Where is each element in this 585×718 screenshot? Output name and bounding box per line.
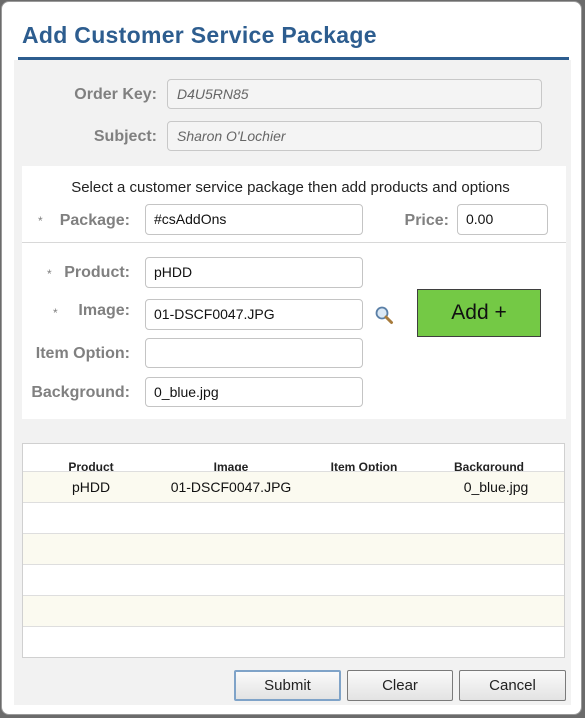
package-input[interactable]: #csAddOns [145,204,363,235]
product-input[interactable]: pHDD [145,257,363,288]
table-row[interactable]: pHDD 01-DSCF0047.JPG 0_blue.jpg [23,471,564,502]
package-label: Package: [59,212,130,229]
image-label: Image: [78,302,130,319]
add-product-button[interactable]: Add + [417,289,541,337]
submit-button[interactable]: Submit [234,670,341,701]
item-option-label: Item Option: [35,345,130,362]
table-row-empty [23,626,564,657]
cancel-button[interactable]: Cancel [459,670,566,701]
background-input[interactable]: 0_blue.jpg [145,377,363,407]
table-row-empty [23,564,564,595]
required-marker: * [47,267,52,281]
order-key-field: D4U5RN85 [167,79,542,109]
subject-field: Sharon O'Lochier [167,121,542,151]
cell-background: 0_blue.jpg [463,479,529,495]
required-marker: * [38,214,43,228]
table-row-empty [23,502,564,533]
package-instructions: Select a customer service package then a… [71,179,510,196]
product-label: Product: [64,264,130,281]
subject-label: Subject: [93,128,157,145]
table-row-empty [23,595,564,626]
cell-product: pHDD [71,479,111,495]
cell-image: 01-DSCF0047.JPG [170,479,292,495]
image-input[interactable]: 01-DSCF0047.JPG [145,299,363,330]
dialog-title: Add Customer Service Package [22,22,377,48]
background-label: Background: [31,384,130,401]
price-input[interactable]: 0.00 [457,204,548,235]
magnifier-icon[interactable] [374,305,394,325]
form-divider [22,242,566,243]
clear-button[interactable]: Clear [347,670,453,701]
order-key-label: Order Key: [74,86,157,103]
item-option-input[interactable] [145,338,363,368]
required-marker: * [53,306,58,320]
price-label: Price: [404,212,449,229]
table-row-empty [23,533,564,564]
